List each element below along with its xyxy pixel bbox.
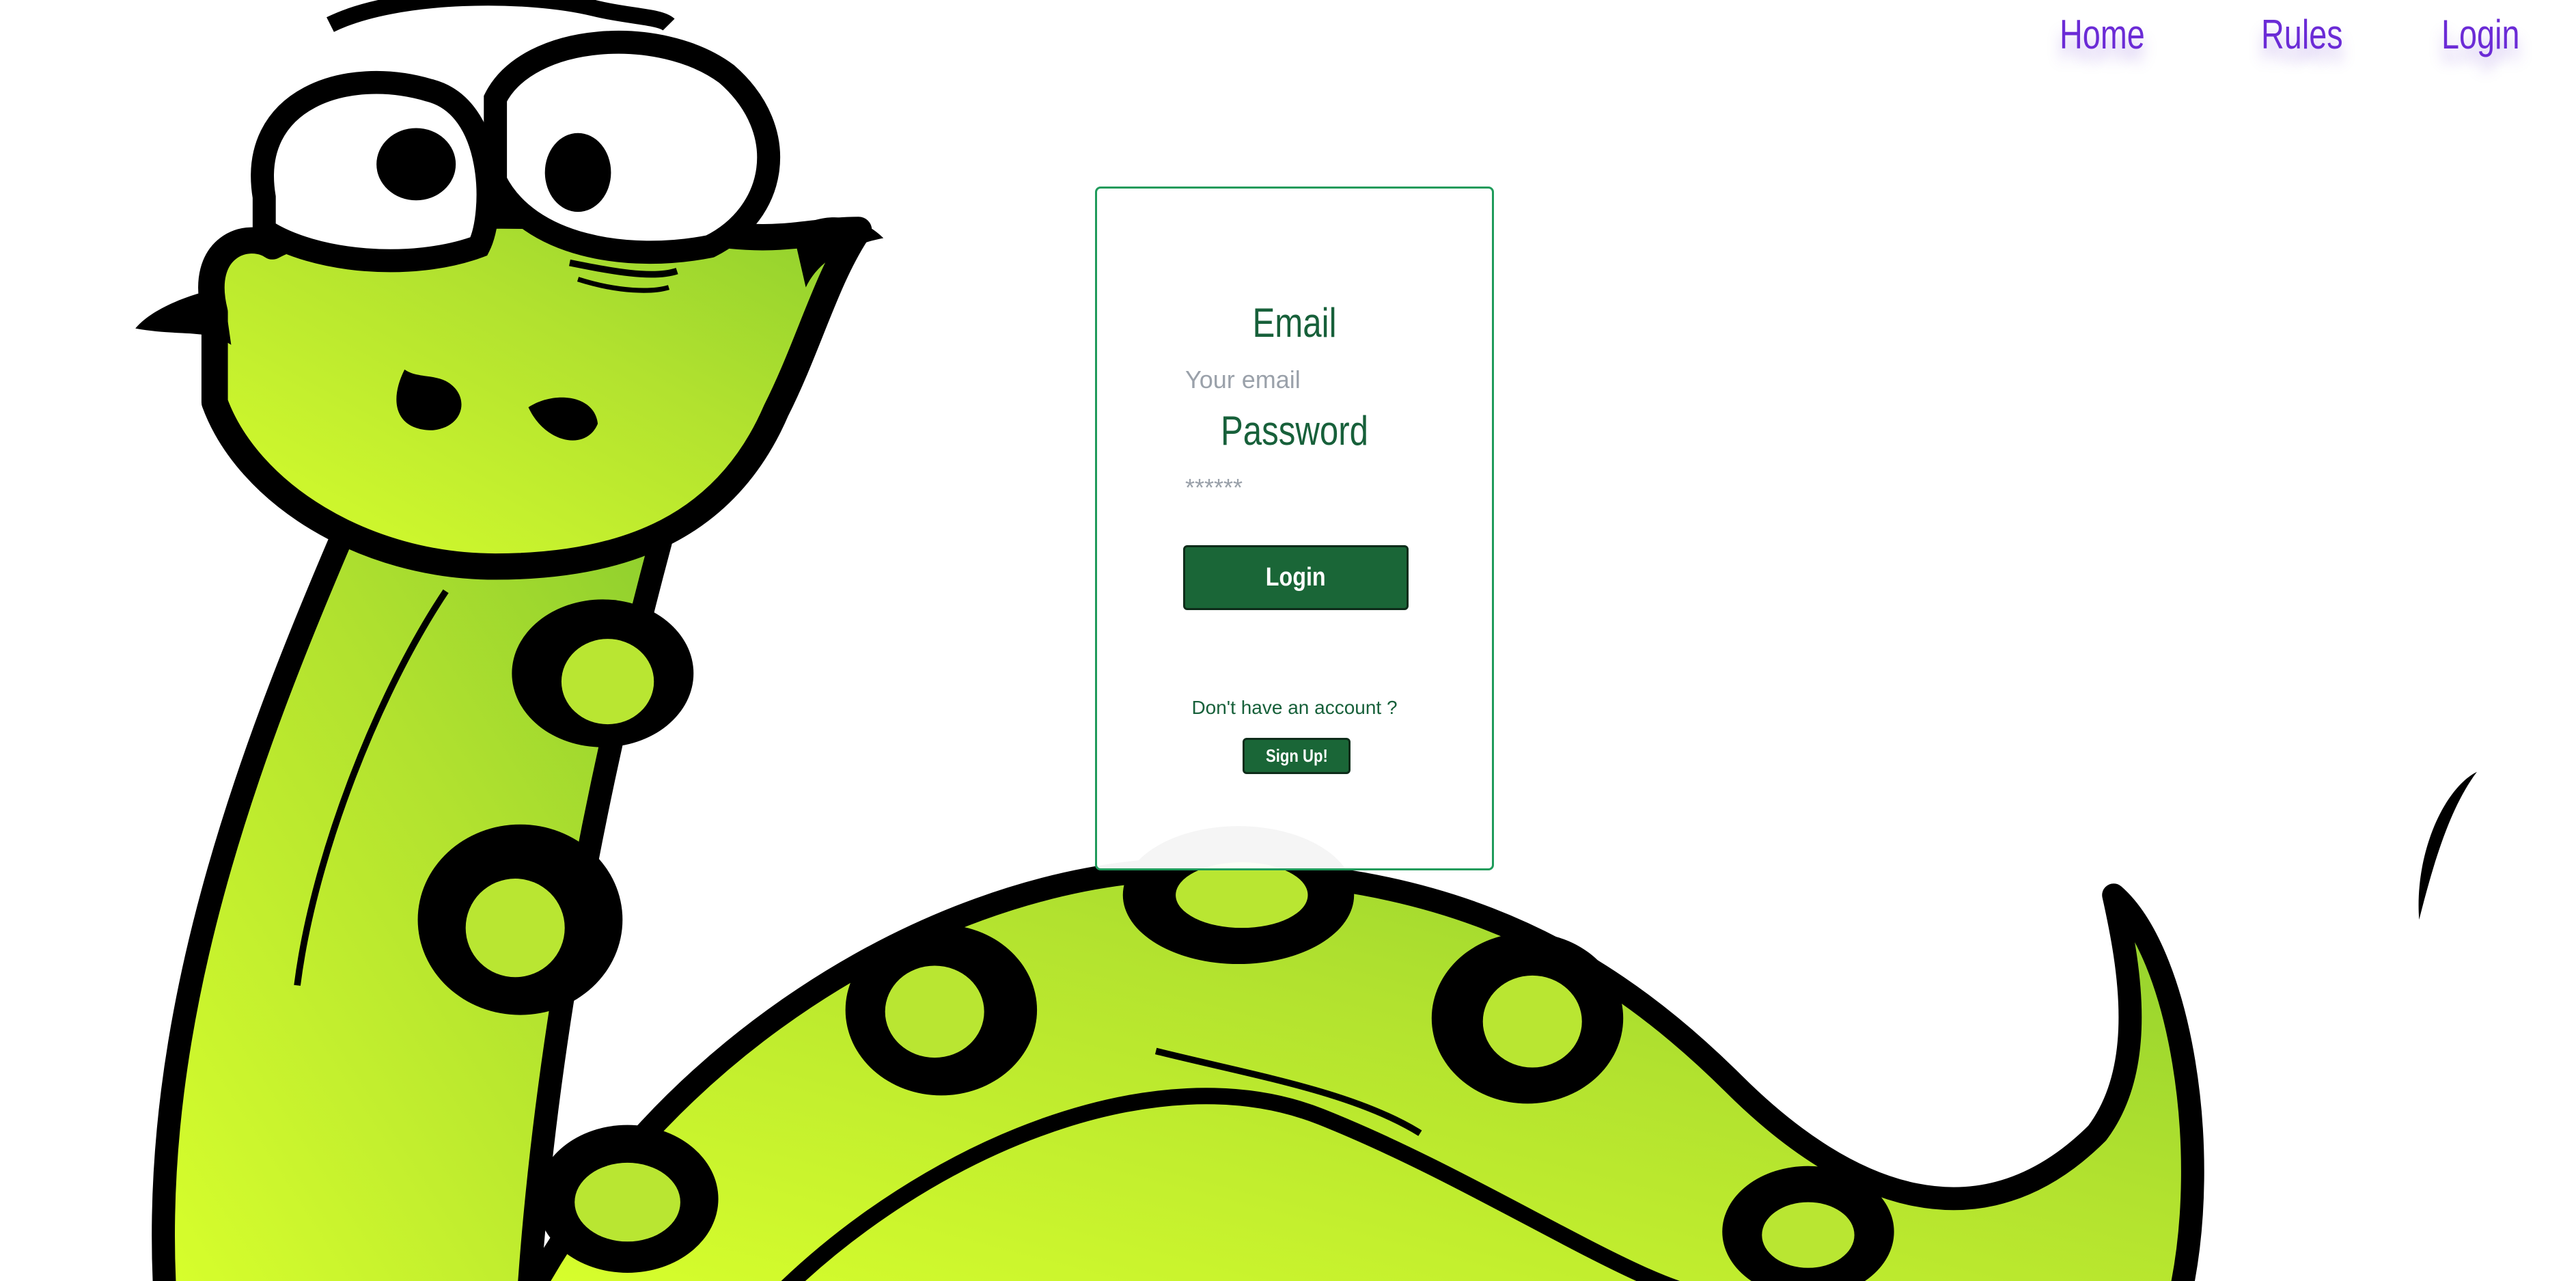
login-card: Email Password Login Don't have an accou… <box>1095 187 1494 870</box>
signup-button-label: Sign Up! <box>1265 745 1328 766</box>
nav-home-link[interactable]: Home <box>2060 11 2145 58</box>
email-field[interactable] <box>1185 359 1411 400</box>
password-label: Password <box>1220 408 1369 454</box>
no-account-text: Don't have an account ? <box>1191 697 1398 718</box>
login-button-label: Login <box>1266 563 1326 592</box>
nav-login-link[interactable]: Login <box>2441 11 2520 58</box>
login-button[interactable]: Login <box>1183 545 1409 610</box>
signup-button[interactable]: Sign Up! <box>1243 738 1351 774</box>
page: Home Rules Login Email Password Login Do… <box>0 0 2576 1281</box>
email-label: Email <box>1252 300 1337 346</box>
password-field[interactable] <box>1185 467 1411 508</box>
nav-rules-link[interactable]: Rules <box>2261 11 2343 58</box>
